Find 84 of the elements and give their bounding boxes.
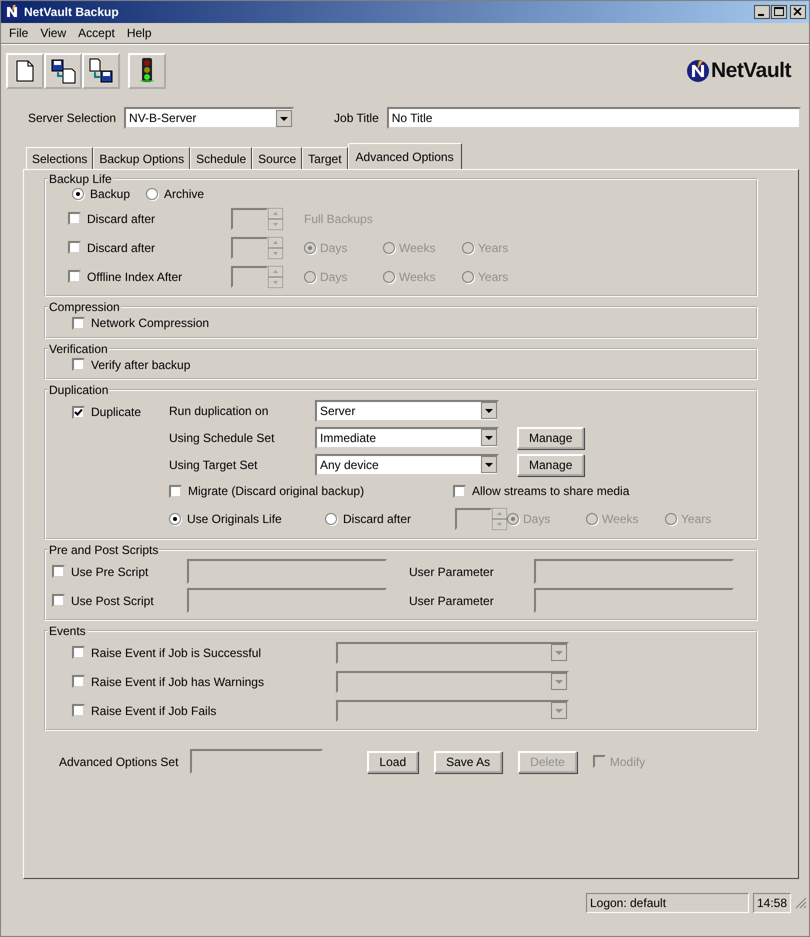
- document-icon: [16, 60, 34, 82]
- tab[interactable]: Selections: [26, 147, 94, 169]
- option-label: Years: [478, 270, 508, 284]
- option-label: Raise Event if Job Fails: [91, 704, 216, 718]
- status-text: Logon: default: [586, 893, 749, 913]
- option-label: Raise Event if Job is Successful: [91, 646, 262, 660]
- close-icon[interactable]: [790, 5, 806, 19]
- option-label: Weeks: [602, 512, 638, 526]
- traffic-light-icon: [139, 57, 155, 85]
- action-button[interactable]: Save As: [434, 750, 502, 772]
- option-label: Years: [478, 240, 508, 254]
- option-label: Use Pre Script: [71, 564, 148, 578]
- field-label: Run duplication on: [169, 404, 270, 418]
- option-label: Raise Event if Job has Warnings: [91, 674, 264, 688]
- group-title: Verification: [48, 342, 109, 356]
- group-title: Events: [48, 624, 87, 638]
- group-title: Duplication: [48, 383, 110, 397]
- option-label: Weeks: [399, 240, 436, 254]
- option-label: Migrate (Discard original backup): [188, 484, 364, 498]
- option-label: Days: [523, 512, 550, 526]
- status-time: 14:58: [752, 893, 791, 913]
- menu-item[interactable]: Accept: [72, 25, 121, 41]
- menu-item[interactable]: View: [34, 25, 72, 41]
- option-label: Discard after: [343, 512, 412, 526]
- field-label: Using Target Set: [169, 458, 258, 472]
- option-label: Years: [681, 512, 712, 526]
- radio-button[interactable]: [146, 188, 158, 200]
- logo-icon: [686, 59, 710, 83]
- tab[interactable]: Target: [302, 147, 348, 169]
- app-icon: [4, 4, 20, 20]
- option-label: Use Originals Life: [187, 512, 282, 526]
- maximize-icon[interactable]: [771, 5, 787, 19]
- option-label: Discard after: [87, 212, 156, 226]
- option-label: Network Compression: [91, 316, 210, 330]
- field-label: Server Selection: [28, 111, 116, 125]
- radio-button[interactable]: [72, 188, 84, 200]
- resize-grip-icon: [795, 897, 807, 909]
- field-label: Using Schedule Set: [169, 430, 276, 444]
- dropdown[interactable]: NV-B-Server: [124, 107, 294, 129]
- restore-copy-button[interactable]: [82, 53, 120, 89]
- option-label: Discard after: [87, 240, 156, 254]
- traffic-light-button[interactable]: [128, 53, 166, 89]
- minimize-icon[interactable]: [754, 5, 770, 19]
- document-to-floppy-icon: [88, 58, 114, 84]
- new-document-button[interactable]: [6, 53, 44, 89]
- spin-arrows-icon[interactable]: [268, 236, 283, 258]
- option-label: Days: [320, 270, 348, 284]
- option-label: Allow streams to share media: [472, 484, 630, 498]
- tab[interactable]: Backup Options: [93, 147, 190, 169]
- checkbox[interactable]: [72, 316, 85, 330]
- spin-arrows-icon[interactable]: [492, 508, 507, 530]
- spin-arrows-icon[interactable]: [268, 208, 283, 230]
- option-label: Use Post Script: [71, 594, 154, 608]
- checkbox[interactable]: [52, 594, 65, 607]
- field-label: User Parameter: [408, 564, 495, 578]
- option-label: Backup: [90, 187, 130, 201]
- checkbox[interactable]: [72, 358, 85, 371]
- group-title: Backup Life: [48, 172, 113, 186]
- save-copy-button[interactable]: [44, 53, 82, 89]
- floppy-to-document-icon: [50, 58, 76, 84]
- field-label: Advanced Options Set: [59, 754, 178, 768]
- option-label: Days: [320, 240, 348, 254]
- unit-label: Full Backups: [304, 212, 374, 226]
- menu-item[interactable]: Help: [120, 25, 158, 41]
- field-label: User Parameter: [408, 594, 495, 608]
- tab[interactable]: Schedule: [190, 147, 252, 169]
- option-label: Weeks: [399, 270, 436, 284]
- window-title: NetVault Backup: [24, 5, 120, 19]
- option-label: Archive: [164, 187, 204, 201]
- option-label: Verify after backup: [91, 358, 190, 372]
- tab[interactable]: Source: [252, 147, 302, 169]
- checkbox[interactable]: [52, 565, 65, 578]
- tab[interactable]: Advanced Options: [348, 143, 462, 169]
- spin-arrows-icon[interactable]: [268, 266, 283, 288]
- field-label: Job Title: [334, 111, 379, 125]
- menu-item[interactable]: File: [3, 25, 34, 41]
- job-title-field[interactable]: No Title: [386, 107, 801, 129]
- group-title: Pre and Post Scripts: [48, 543, 160, 557]
- option-label: Modify: [610, 754, 646, 768]
- option-label: Offline Index After: [87, 270, 182, 284]
- option-label: Duplicate: [91, 405, 142, 419]
- action-button[interactable]: Load: [367, 750, 418, 772]
- group-title: Compression: [48, 300, 121, 314]
- logo-text: NetVault: [710, 59, 791, 83]
